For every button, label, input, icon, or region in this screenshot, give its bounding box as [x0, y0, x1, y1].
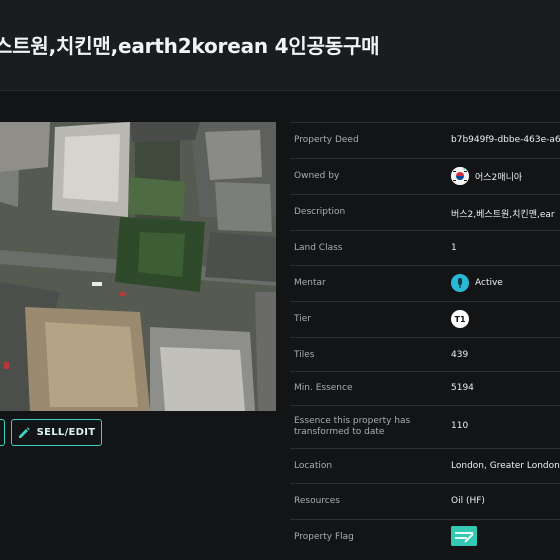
- row-resources: Resources Oil (HF): [290, 483, 560, 519]
- land-class-value: 1: [451, 243, 457, 253]
- location-label: Location: [294, 461, 333, 471]
- tier-label: Tier: [294, 314, 311, 324]
- tier-value: T1: [451, 310, 469, 328]
- row-tiles: Tiles 439: [290, 337, 560, 371]
- property-flag-value: [451, 526, 477, 546]
- description-label: Description: [294, 207, 346, 217]
- essence-transformed-label: Essence this property has transformed to…: [294, 416, 411, 437]
- page-header: 스트원,치킨맨,earth2korean 4인공동구매: [0, 0, 560, 91]
- tiles-label: Tiles: [294, 350, 315, 360]
- row-property-flag: Property Flag: [290, 519, 560, 555]
- sell-edit-label: SELL/EDIT: [36, 427, 96, 438]
- tiles-value: 439: [451, 350, 469, 360]
- property-deed-label: Property Deed: [294, 135, 359, 145]
- min-essence-value: 5194: [451, 383, 474, 393]
- mentar-label: Mentar: [294, 278, 326, 288]
- min-essence-label: Min. Essence: [294, 383, 353, 393]
- pencil-icon: [18, 426, 30, 438]
- property-details-table: Property Deed b7b949f9-dbbe-463e-a656 Ow…: [290, 122, 560, 555]
- property-flag-label: Property Flag: [294, 532, 354, 542]
- sell-edit-button[interactable]: SELL/EDIT: [11, 419, 102, 446]
- row-mentar: Mentar Active: [290, 265, 560, 301]
- row-min-essence: Min. Essence 5194: [290, 371, 560, 405]
- owned-by-label: Owned by: [294, 171, 340, 181]
- mentar-icon: [451, 274, 469, 292]
- owned-by-value[interactable]: 어스2매니아: [451, 167, 522, 185]
- property-flag-icon: [451, 526, 477, 546]
- owner-name: 어스2매니아: [475, 172, 523, 183]
- row-essence-transformed: Essence this property has transformed to…: [290, 405, 560, 448]
- essence-transformed-value: 110: [451, 421, 469, 431]
- location-value: London, Greater London, Eng: [451, 461, 560, 471]
- row-tier: Tier T1: [290, 301, 560, 337]
- map-side-button[interactable]: [0, 419, 5, 446]
- mentar-status: Active: [475, 278, 503, 288]
- resources-value: Oil (HF): [451, 496, 485, 506]
- land-class-label: Land Class: [294, 243, 343, 253]
- satellite-image: [0, 122, 276, 411]
- page-title: 스트원,치킨맨,earth2korean 4인공동구매: [0, 34, 380, 58]
- row-location: Location London, Greater London, Eng: [290, 448, 560, 483]
- row-description: Description 버스2,베스트원,치킨맨,ear: [290, 194, 560, 230]
- mentar-value: Active: [451, 274, 503, 292]
- row-owned-by: Owned by 어스2매니아: [290, 158, 560, 194]
- description-value: 버스2,베스트원,치킨맨,ear: [451, 210, 555, 220]
- row-property-deed: Property Deed b7b949f9-dbbe-463e-a656: [290, 122, 560, 158]
- satellite-map[interactable]: [0, 122, 276, 411]
- property-deed-value[interactable]: b7b949f9-dbbe-463e-a656: [451, 135, 560, 145]
- tier-badge: T1: [451, 310, 469, 328]
- resources-label: Resources: [294, 496, 340, 506]
- row-land-class: Land Class 1: [290, 230, 560, 265]
- korea-flag-icon: [451, 167, 469, 185]
